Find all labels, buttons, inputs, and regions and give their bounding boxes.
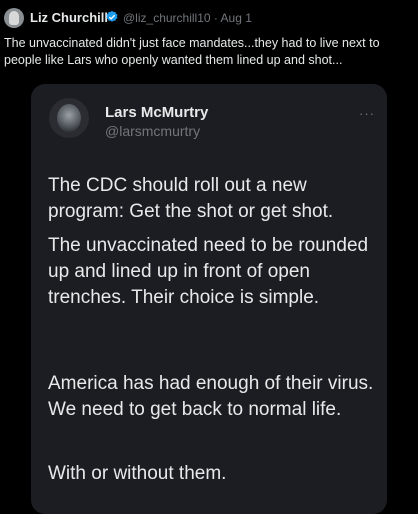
tweet-text: The unvaccinated didn't just face mandat… — [4, 36, 380, 67]
author-handle-date[interactable]: @liz_churchill10 · Aug 1 — [123, 11, 252, 25]
quoted-tweet-card[interactable]: Lars McMurtry @larsmcmurtry ··· The CDC … — [31, 84, 387, 514]
quoted-author-name[interactable]: Lars McMurtry — [105, 104, 208, 121]
avatar[interactable] — [4, 8, 24, 28]
verified-badge-icon — [106, 10, 118, 22]
quoted-paragraph-1: The CDC should roll out a new program: G… — [48, 175, 334, 222]
quoted-avatar[interactable] — [49, 98, 89, 138]
quoted-paragraph-3: America has had enough of their virus. W… — [48, 373, 374, 420]
more-options-icon[interactable]: ··· — [359, 106, 375, 121]
quoted-author-handle[interactable]: @larsmcmurtry — [105, 123, 200, 139]
author-name[interactable]: Liz Churchill — [30, 10, 108, 25]
quoted-paragraph-2: The unvaccinated need to be rounded up a… — [48, 235, 369, 308]
tweet-header: Liz Churchill @liz_churchill10 · Aug 1 — [0, 8, 418, 30]
quoted-paragraph-4: With or without them. — [48, 463, 227, 484]
